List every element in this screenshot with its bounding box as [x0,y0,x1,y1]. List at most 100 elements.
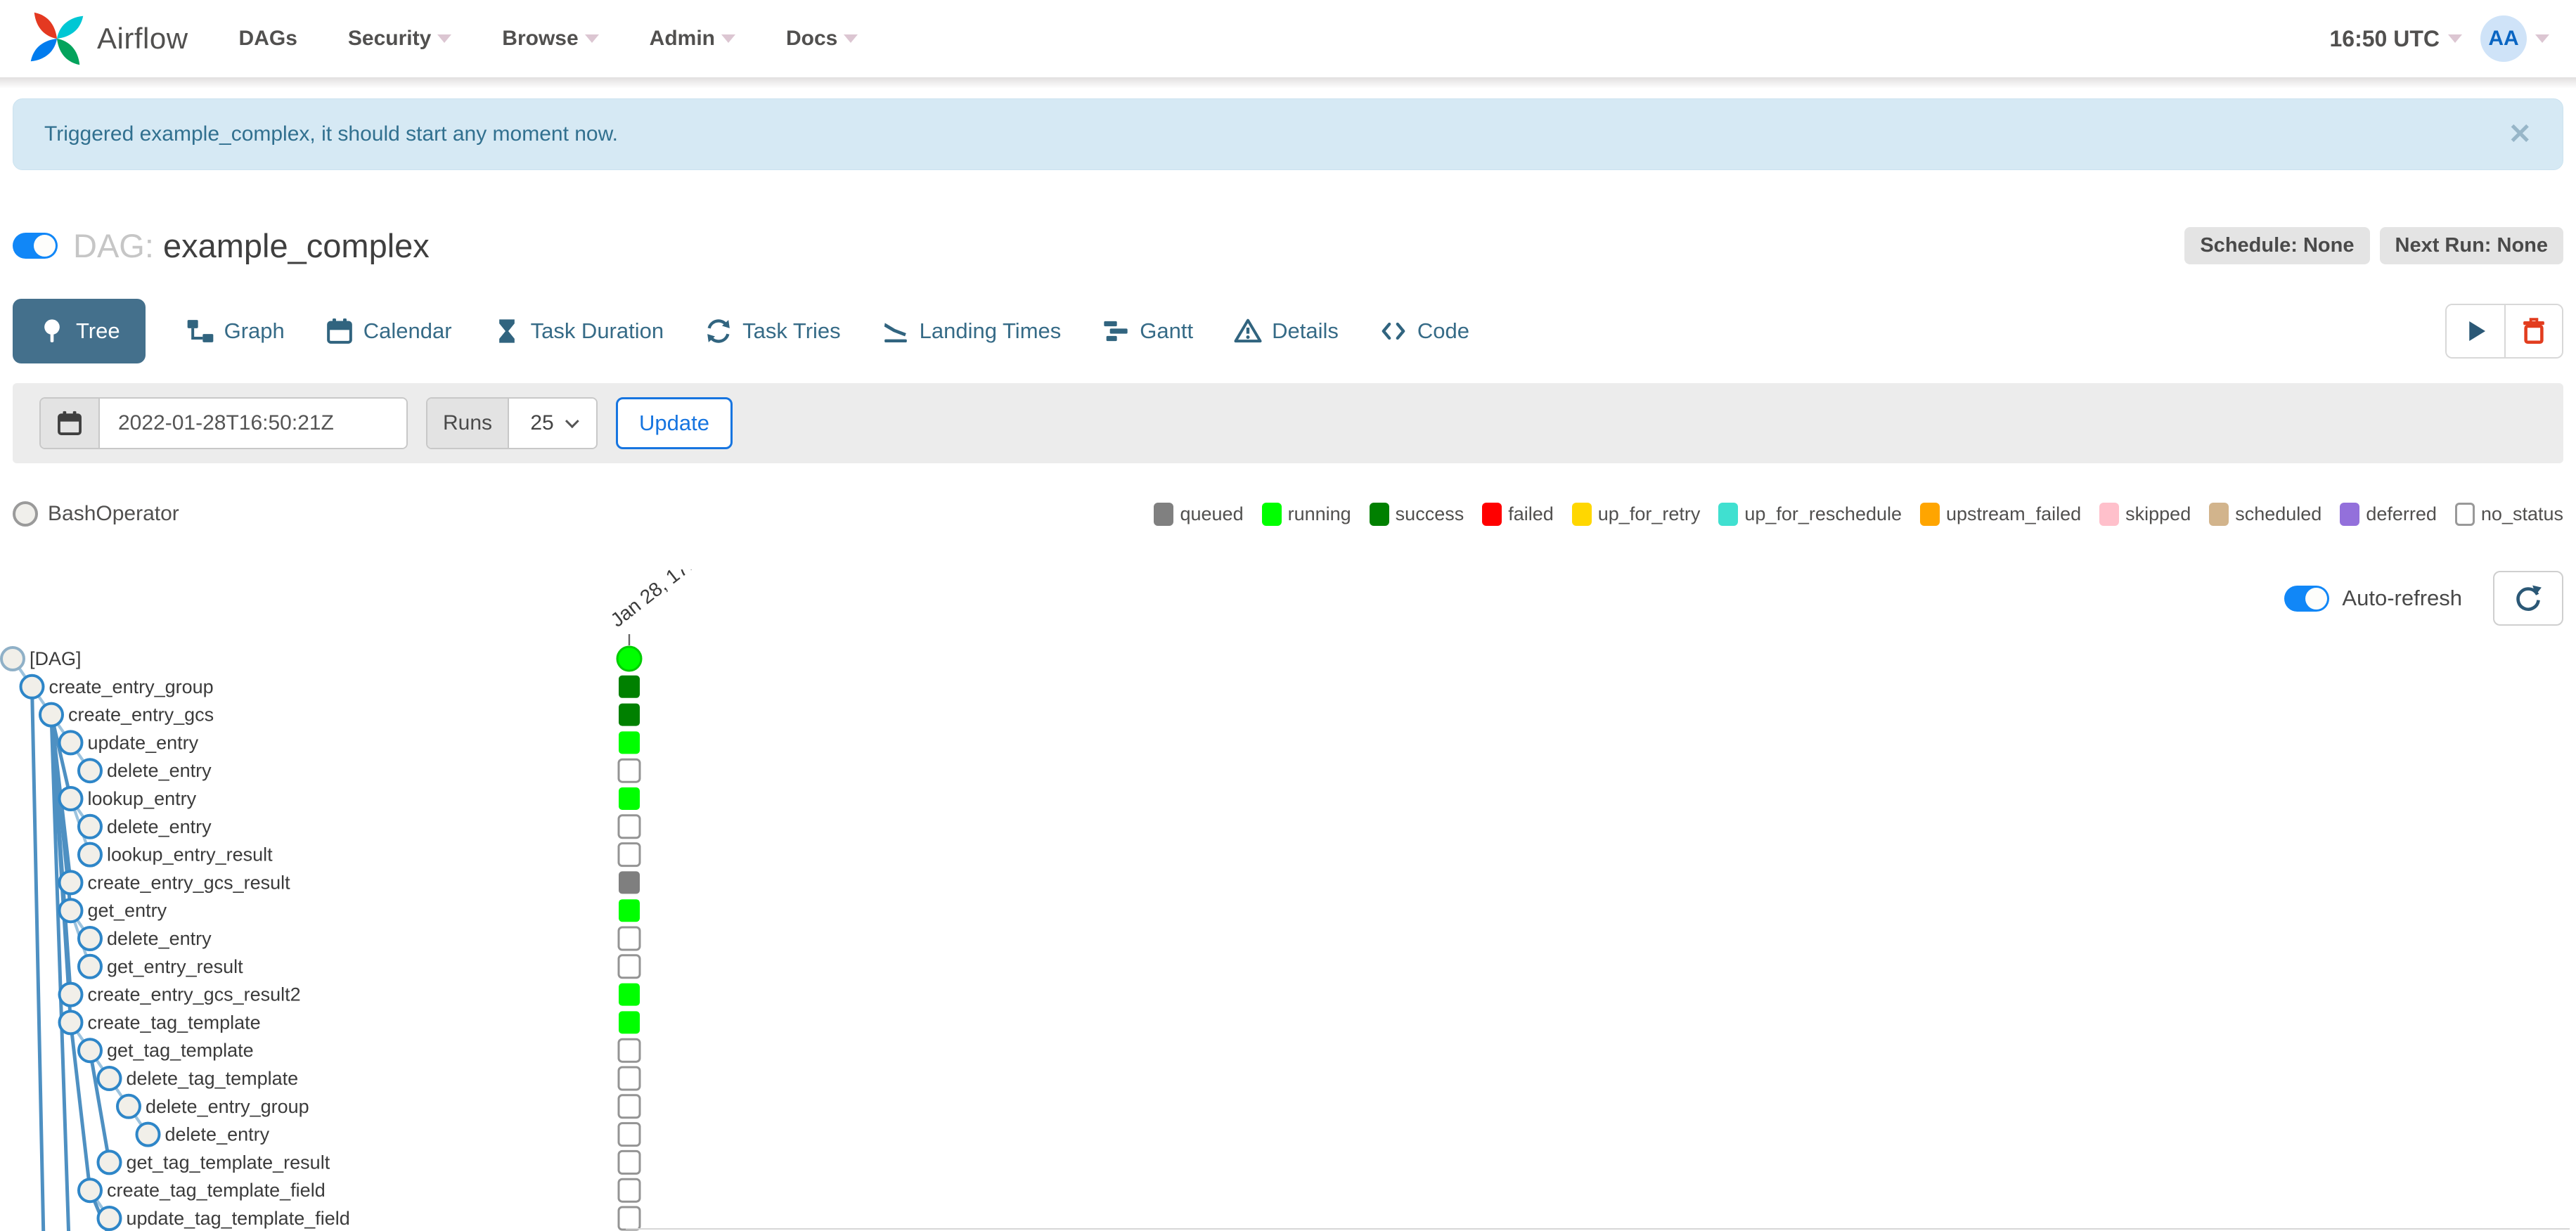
status-label: up_for_reschedule [1744,503,1902,524]
nav-item-dags[interactable]: DAGs [239,27,297,51]
task-node[interactable] [77,842,103,868]
task-status-square[interactable] [619,703,640,726]
task-status-square[interactable] [617,1149,641,1175]
task-node[interactable] [58,870,84,896]
task-label: get_tag_template [107,1040,254,1061]
task-status-square[interactable] [617,954,641,979]
task-node[interactable] [135,1121,161,1147]
tab-gantt[interactable]: Gantt [1102,299,1193,363]
nav-item-docs[interactable]: Docs [786,27,858,51]
operator-label: BashOperator [48,502,179,525]
status-label: no_status [2480,503,2563,524]
task-node[interactable] [58,786,84,811]
nav-item-label: Docs [785,27,838,50]
task-node[interactable] [77,953,103,979]
task-node[interactable] [58,898,84,924]
task-node[interactable] [96,1066,122,1091]
user-menu[interactable]: AA [2480,15,2549,62]
status-swatch-icon [1718,502,1739,526]
tab-tree[interactable]: Tree [13,299,146,363]
tab-graph[interactable]: Graph [186,299,285,363]
status-label: skipped [2125,503,2191,524]
dag-run-status-circle[interactable] [616,645,643,672]
dag-name: example_complex [162,226,430,264]
task-label: delete_entry [107,760,212,781]
tab-label: Calendar [363,318,452,343]
tab-task-duration[interactable]: Task Duration [493,299,664,363]
task-label: get_entry_result [107,956,243,977]
trigger-dag-button[interactable] [2447,305,2504,357]
calendar-addon [41,399,100,448]
task-node[interactable] [96,1206,122,1231]
task-status-square[interactable] [619,731,640,754]
task-status-square[interactable] [619,899,640,922]
task-node[interactable] [58,981,84,1007]
task-node[interactable] [77,1038,103,1064]
close-icon[interactable]: ✕ [2508,120,2532,148]
dag-root-node[interactable] [0,646,25,671]
tab-calendar[interactable]: Calendar [326,299,452,363]
status-swatch-icon [1571,502,1592,526]
task-status-square[interactable] [617,842,641,868]
status-label: success [1395,503,1464,524]
task-status-square[interactable] [619,675,640,698]
tab-landing-times[interactable]: Landing Times [882,299,1062,363]
tab-code[interactable]: Code [1379,299,1469,363]
task-status-square[interactable] [617,1206,641,1231]
clock-menu[interactable]: 16:50 UTC [2329,25,2462,52]
tab-details[interactable]: Details [1234,299,1339,363]
tab-label: Graph [224,318,285,343]
tab-task-tries[interactable]: Task Tries [704,299,841,363]
alert-message: Triggered example_complex, it should sta… [44,122,618,146]
task-node[interactable] [77,758,103,784]
chevron-down-icon [2535,34,2549,43]
nav-item-security[interactable]: Security [348,27,452,51]
trigger-alert: Triggered example_complex, it should sta… [13,98,2563,170]
task-node[interactable] [116,1093,141,1119]
task-status-square[interactable] [617,1038,641,1063]
task-status-square[interactable] [619,871,640,894]
base-date-input[interactable] [100,399,406,448]
tree-view: Jan 28, 17:50 [DAG] create_entry_groupcrea… [0,569,2570,1231]
task-node[interactable] [39,702,64,728]
task-node[interactable] [77,1178,103,1204]
chevron-down-icon [565,414,579,429]
brand[interactable]: Airflow [27,8,188,69]
nav-item-admin[interactable]: Admin [650,27,735,51]
task-node[interactable] [19,673,45,700]
task-status-square[interactable] [617,1094,641,1119]
task-status-square[interactable] [617,926,641,951]
task-status-square[interactable] [617,758,641,783]
delete-dag-button[interactable] [2504,305,2562,357]
task-status-square[interactable] [617,814,641,839]
task-status-square[interactable] [617,1122,641,1147]
task-node[interactable] [96,1149,122,1175]
clock-label: 16:50 UTC [2329,25,2440,51]
task-status-square[interactable] [619,983,640,1006]
status-label: running [1287,503,1351,524]
operator-circle-icon [13,501,38,527]
dag-pause-toggle[interactable] [13,232,58,259]
task-node[interactable] [58,1010,84,1036]
dag-title-prefix: DAG: [73,226,154,264]
gantt-icon [1104,321,1128,342]
task-label: update_entry [88,732,199,753]
task-node[interactable] [58,730,84,756]
runs-select[interactable]: 25 [509,399,597,448]
task-status-square[interactable] [617,1178,641,1203]
task-status-square[interactable] [619,1011,640,1034]
code-icon [1382,322,1405,340]
nav-item-browse[interactable]: Browse [502,27,599,51]
legend-item-failed: failed [1482,502,1554,526]
task-label: delete_entry [107,928,212,949]
navbar: Airflow DAGs Security Browse Admin Docs 16:5… [0,0,2576,89]
task-node[interactable] [77,926,103,951]
task-status-square[interactable] [619,787,640,810]
task-label: create_entry_gcs [68,704,214,726]
tab-label: Landing Times [919,318,1062,343]
task-node[interactable] [77,813,103,839]
legend-item-scheduled: scheduled [2209,502,2321,526]
legend-item-queued: queued [1154,502,1244,526]
task-status-square[interactable] [617,1066,641,1091]
update-button[interactable]: Update [616,397,733,449]
